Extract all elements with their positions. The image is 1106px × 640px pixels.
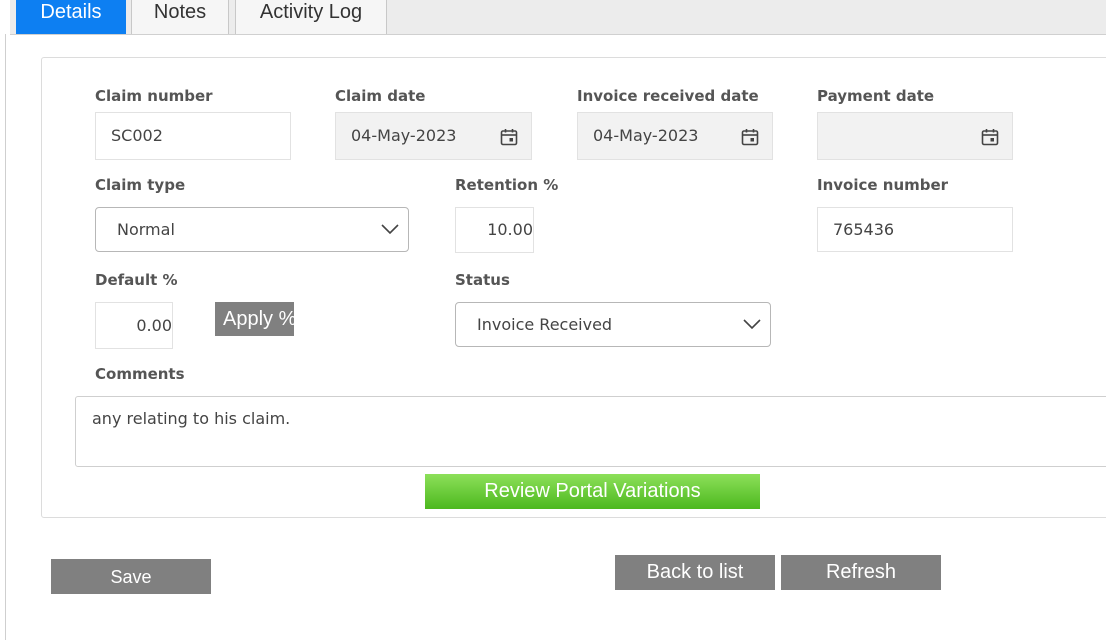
invoice-received-date-value: 04-May-2023 (593, 126, 699, 145)
claim-number-label: Claim number (95, 87, 213, 105)
retention-field[interactable]: 10.00 (455, 207, 534, 253)
status-select[interactable]: Invoice Received (455, 302, 771, 347)
payment-date-label: Payment date (817, 87, 935, 105)
status-value: Invoice Received (477, 315, 613, 334)
comments-textarea[interactable]: any relating to his claim. (75, 396, 1106, 467)
invoice-number-value: 765436 (833, 220, 895, 239)
invoice-number-label: Invoice number (817, 176, 949, 194)
invoice-received-date-field[interactable]: 04-May-2023 (577, 112, 773, 160)
calendar-icon[interactable] (500, 128, 518, 146)
tab-activity-log[interactable]: Activity Log (235, 0, 387, 34)
claim-type-select[interactable]: Normal (95, 207, 409, 252)
left-border (5, 34, 6, 640)
retention-label: Retention % (455, 176, 559, 194)
claim-type-label: Claim type (95, 176, 186, 194)
calendar-icon[interactable] (981, 128, 999, 146)
chevron-down-icon (743, 319, 761, 330)
status-label: Status (455, 271, 510, 289)
claim-date-value: 04-May-2023 (351, 126, 457, 145)
claim-type-value: Normal (117, 220, 175, 239)
tab-details[interactable]: Details (16, 0, 126, 34)
claim-details-page: Details Notes Activity Log Claim number … (0, 0, 1106, 640)
claim-date-label: Claim date (335, 87, 426, 105)
chevron-down-icon (381, 224, 399, 235)
default-pct-field[interactable]: 0.00 (95, 302, 173, 349)
invoice-number-field[interactable]: 765436 (817, 207, 1013, 252)
refresh-button[interactable]: Refresh (781, 555, 941, 590)
tab-notes[interactable]: Notes (131, 0, 229, 34)
default-pct-label: Default % (95, 271, 178, 289)
comments-label: Comments (95, 365, 185, 383)
payment-date-field[interactable] (817, 112, 1013, 160)
retention-value: 10.00 (487, 220, 533, 239)
review-portal-variations-button[interactable]: Review Portal Variations (425, 474, 760, 509)
comments-value: any relating to his claim. (92, 409, 291, 428)
claim-number-field[interactable]: SC002 (95, 112, 291, 160)
claim-number-value: SC002 (111, 126, 163, 145)
default-pct-value: 0.00 (136, 316, 172, 335)
apply-pct-button[interactable]: Apply % (215, 302, 294, 336)
invoice-received-date-label: Invoice received date (577, 87, 759, 105)
save-button[interactable]: Save (51, 559, 211, 594)
back-to-list-button[interactable]: Back to list (615, 555, 775, 590)
claim-date-field[interactable]: 04-May-2023 (335, 112, 532, 160)
calendar-icon[interactable] (741, 128, 759, 146)
